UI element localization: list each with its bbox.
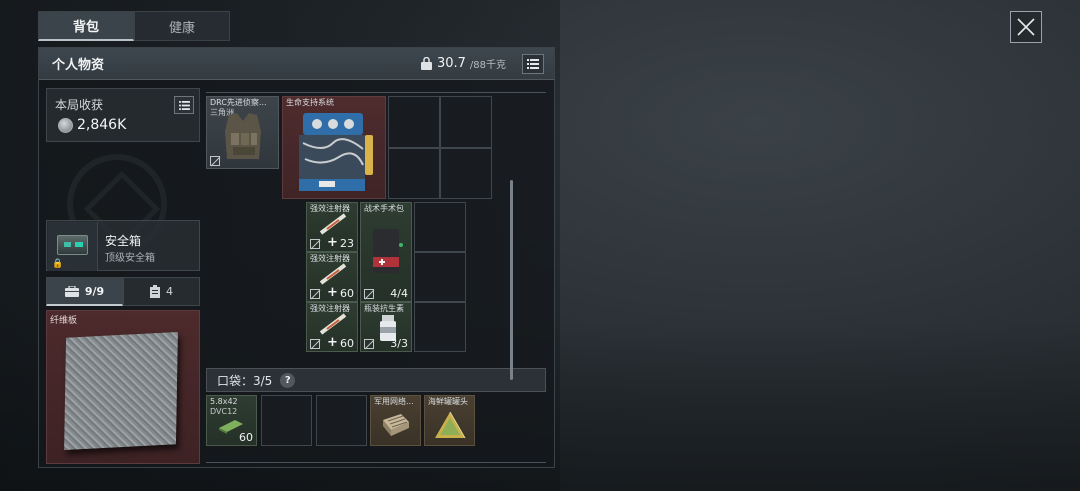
armor-plate-slot[interactable]: 纤维板 (46, 310, 200, 464)
round-earnings-card: 本局收获 2,846K (46, 88, 200, 142)
backpack-slots-count: 9/9 (84, 284, 105, 298)
section-divider (206, 462, 546, 466)
panel-header: 个人物资 30.7 /88千克 (39, 48, 554, 80)
empty-slot[interactable] (440, 96, 492, 148)
clipboard-icon (150, 285, 160, 298)
item-count: 60 (340, 337, 354, 350)
top-tab-bar: 背包 健康 (38, 11, 230, 41)
no-insure-icon (310, 289, 320, 299)
heal-icon: + (327, 335, 338, 350)
network-device-icon (383, 414, 409, 436)
item-seafood-can[interactable]: 海鲜罐罐头 (424, 395, 475, 446)
safe-box-icon (57, 235, 88, 255)
safe-box-title: 安全箱 (105, 234, 142, 248)
no-insure-icon (310, 339, 320, 349)
armor-plate-label: 纤维板 (50, 316, 78, 326)
pocket-header: 口袋：3/5 ? (206, 368, 546, 392)
coin-icon (58, 118, 73, 133)
close-icon (1017, 18, 1035, 36)
syringe-icon (319, 213, 347, 235)
close-button[interactable] (1010, 11, 1042, 43)
item-injector-3[interactable]: 强效注射器 + 60 (306, 302, 358, 352)
empty-slot[interactable] (388, 148, 440, 199)
no-insure-icon (310, 239, 320, 249)
item-name: DRC先进侦察... (210, 98, 267, 107)
lock-icon: 🔒 (52, 259, 64, 269)
item-name: 海鲜罐罐头 (428, 397, 468, 406)
safe-box-image: 🔒 (48, 222, 98, 271)
tab-health[interactable]: 健康 (134, 11, 230, 41)
item-ammo[interactable]: 5.8x42 DVC12 60 (206, 395, 257, 446)
earnings-list-button[interactable] (174, 96, 194, 114)
item-injector-1[interactable]: 强效注射器 + 23 (306, 202, 358, 252)
vest-icon (225, 113, 261, 159)
tab-rig-slots[interactable]: 4 (123, 277, 200, 306)
item-name: 战术手术包 (364, 204, 404, 213)
empty-slot[interactable] (316, 395, 367, 446)
no-insure-icon (210, 156, 220, 166)
safe-box-subtitle: 顶级安全箱 (105, 253, 155, 264)
item-count: 3/3 (390, 337, 408, 350)
help-icon[interactable]: ? (280, 372, 296, 388)
sort-list-button[interactable] (522, 54, 544, 74)
item-vest[interactable]: DRC先进侦察... 三角洲 (206, 96, 279, 169)
backpack-grid: DRC先进侦察... 三角洲 生命支持系统 强效注射器 + 23 强效注射器 +… (206, 88, 549, 466)
weight-max: /88千克 (469, 60, 506, 71)
tab-backpack[interactable]: 背包 (38, 11, 134, 41)
item-injector-2[interactable]: 强效注射器 + 60 (306, 252, 358, 302)
section-divider (206, 88, 546, 93)
item-name: 军用网络... (374, 397, 414, 406)
safe-box-slot[interactable]: 🔒 安全箱 顶级安全箱 (46, 220, 200, 271)
item-count: 4/4 (390, 287, 408, 300)
tab-backpack-slots[interactable]: 9/9 (46, 277, 123, 306)
heal-icon: + (327, 235, 338, 250)
item-military-net[interactable]: 军用网络... (370, 395, 421, 446)
backpack-icon (64, 285, 79, 297)
rig-slots-count: 4 (166, 285, 173, 298)
seafood-can-icon (435, 411, 466, 439)
empty-slot[interactable] (414, 252, 466, 302)
weight-indicator: 30.7 /88千克 (420, 56, 506, 71)
heal-icon: + (327, 285, 338, 300)
no-insure-icon (364, 339, 374, 349)
container-tab-bar: 9/9 4 (46, 277, 200, 306)
no-insure-icon (364, 289, 374, 299)
surgery-kit-icon (373, 229, 403, 273)
empty-slot[interactable] (388, 96, 440, 148)
earnings-label: 本局收获 (55, 98, 104, 112)
empty-slot[interactable] (414, 202, 466, 252)
fiber-plate-image (64, 331, 178, 451)
item-name: 瓶装抗生素 (364, 304, 404, 313)
syringe-icon (319, 313, 347, 335)
earnings-value: 2,846K (77, 117, 127, 133)
item-surgery-kit[interactable]: 战术手术包 4/4 (360, 202, 412, 302)
item-name: 生命支持系统 (286, 98, 334, 107)
item-count: 60 (340, 287, 354, 300)
syringe-icon (319, 263, 347, 285)
empty-slot[interactable] (414, 302, 466, 352)
item-count: 23 (340, 237, 354, 250)
list-icon (527, 59, 539, 69)
pocket-label: 口袋：3/5 (217, 373, 273, 388)
grid-scrollbar[interactable] (510, 180, 513, 380)
item-antibiotic[interactable]: 瓶装抗生素 3/3 (360, 302, 412, 352)
panel-title: 个人物资 (52, 58, 105, 73)
weight-current: 30.7 (436, 56, 466, 71)
item-count: 60 (239, 431, 253, 444)
life-support-icon (299, 113, 373, 191)
empty-slot[interactable] (261, 395, 312, 446)
item-life-support[interactable]: 生命支持系统 (282, 96, 386, 199)
list-icon (178, 100, 190, 110)
item-name: 5.8x42 (210, 397, 238, 406)
inventory-panel: 个人物资 30.7 /88千克 本局收获 2,846K 🔒 安全箱 顶级安全箱 … (38, 47, 555, 468)
weight-icon (420, 56, 432, 70)
empty-slot[interactable] (440, 148, 492, 199)
